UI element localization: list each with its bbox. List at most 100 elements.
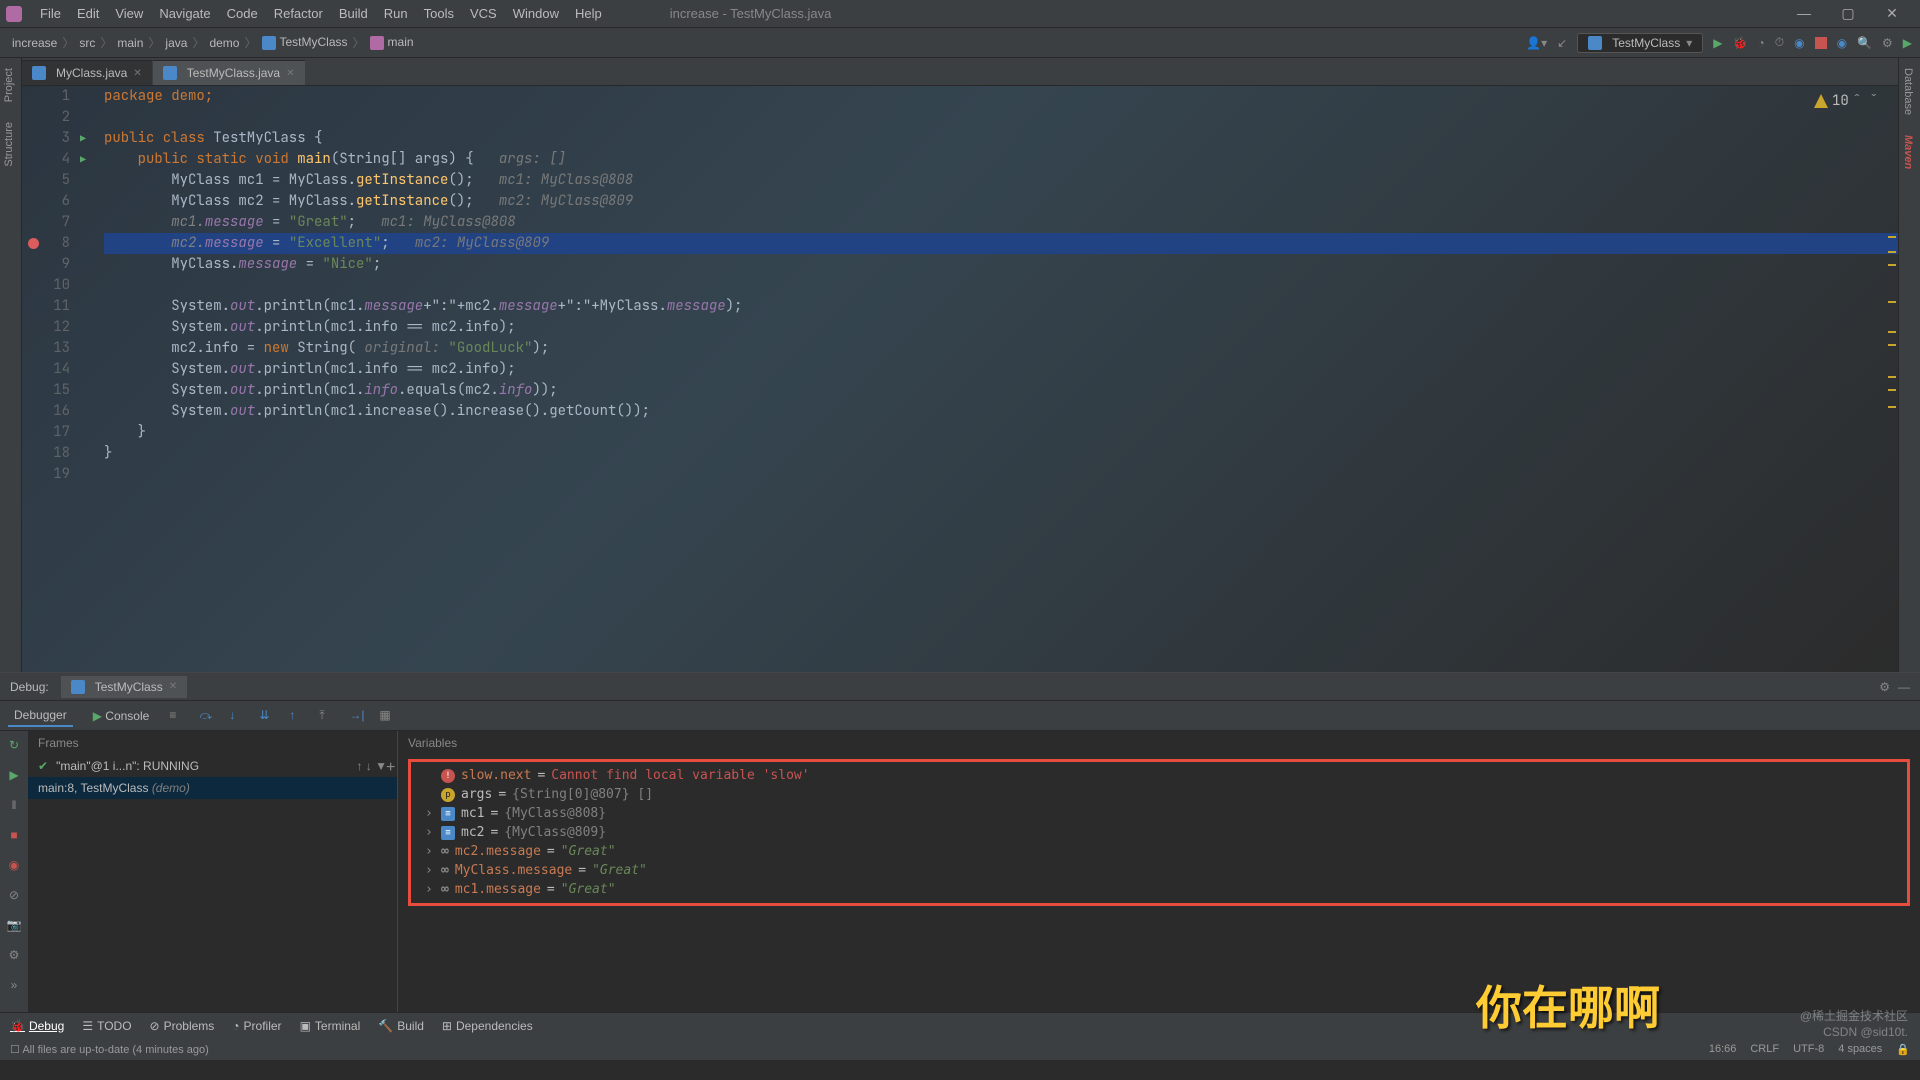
error-stripe[interactable] xyxy=(1886,116,1898,676)
crumb-demo[interactable]: demo xyxy=(205,36,243,50)
line-separator[interactable]: CRLF xyxy=(1750,1043,1779,1056)
inspection-widget[interactable]: 10ˆ ˇ xyxy=(1814,92,1878,110)
resume-icon[interactable]: ▶ xyxy=(6,767,22,783)
var-row[interactable]: ›∞mc1.message = "Great" xyxy=(411,880,1907,899)
view-breakpoints-icon[interactable]: ◉ xyxy=(6,857,22,873)
menu-tools[interactable]: Tools xyxy=(416,6,462,21)
breakpoint-icon[interactable] xyxy=(28,238,39,249)
rerun-icon[interactable]: ↻ xyxy=(6,737,22,753)
drop-frame-icon[interactable]: ⤒ xyxy=(319,708,335,724)
menu-view[interactable]: View xyxy=(107,6,151,21)
run-gutter-icon[interactable]: ▶ xyxy=(80,149,86,170)
close-tab-icon[interactable]: ✕ xyxy=(169,681,177,692)
crumb-project[interactable]: increase xyxy=(8,36,61,50)
crumb-class[interactable]: TestMyClass xyxy=(258,35,352,50)
settings-icon[interactable]: ⚙ xyxy=(1882,36,1893,50)
stop-button[interactable] xyxy=(1815,37,1827,49)
crumb-java[interactable]: java xyxy=(161,36,191,50)
stack-frame[interactable]: main:8, TestMyClass (demo) xyxy=(28,777,397,799)
todo-tool-window[interactable]: ☰ TODO xyxy=(82,1019,131,1033)
expand-icon[interactable]: › xyxy=(425,825,435,840)
close-icon[interactable]: ✕ xyxy=(1870,5,1914,22)
threads-icon[interactable]: ≡ xyxy=(169,708,185,724)
add-watch-icon[interactable]: + xyxy=(386,759,395,777)
structure-tool-tab[interactable]: Structure xyxy=(0,112,18,177)
search-everywhere-icon[interactable]: 🔍 xyxy=(1857,36,1872,50)
expand-icon[interactable]: › xyxy=(425,806,435,821)
console-subtab[interactable]: ▶ Console xyxy=(87,706,156,726)
var-row[interactable]: ›∞mc2.message = "Great" xyxy=(411,842,1907,861)
var-row[interactable]: pargs = {String[0]@807} [] xyxy=(411,785,1907,804)
step-over-icon[interactable]: ⤼ xyxy=(199,708,215,724)
run-button[interactable]: ▶ xyxy=(1713,36,1722,50)
coverage-button[interactable]: ◔ xyxy=(1757,36,1764,50)
force-step-into-icon[interactable]: ⇊ xyxy=(259,708,275,724)
more-icon[interactable]: » xyxy=(6,977,22,993)
menu-build[interactable]: Build xyxy=(331,6,376,21)
debug-tool-window[interactable]: 🐞 Debug xyxy=(10,1019,64,1033)
crumb-method[interactable]: main xyxy=(366,35,418,50)
crumb-main[interactable]: main xyxy=(113,36,147,50)
debug-button[interactable]: 🐞 xyxy=(1733,36,1748,50)
menu-help[interactable]: Help xyxy=(567,6,610,21)
code-editor[interactable]: 10ˆ ˇ 12 3▶ 4▶ 567 8 9101112131415161718… xyxy=(22,86,1920,672)
maximize-icon[interactable]: ▢ xyxy=(1826,5,1870,22)
var-row[interactable]: ›≡mc2 = {MyClass@809} xyxy=(411,823,1907,842)
expand-icon[interactable]: › xyxy=(425,863,435,878)
back-icon[interactable]: ↙ xyxy=(1557,36,1567,50)
var-row[interactable]: ›≡mc1 = {MyClass@808} xyxy=(411,804,1907,823)
tab-testmyclass[interactable]: TestMyClass.java✕ xyxy=(153,60,305,85)
expand-icon[interactable]: › xyxy=(425,844,435,859)
menu-navigate[interactable]: Navigate xyxy=(151,6,218,21)
add-config-icon[interactable]: 👤▾ xyxy=(1526,36,1547,50)
menu-vcs[interactable]: VCS xyxy=(462,6,505,21)
debug-session-tab[interactable]: TestMyClass✕ xyxy=(61,676,187,698)
menu-run[interactable]: Run xyxy=(376,6,416,21)
caret-position[interactable]: 16:66 xyxy=(1709,1043,1737,1056)
project-tool-tab[interactable]: Project xyxy=(0,58,18,112)
pause-icon[interactable]: ‖ xyxy=(6,797,22,813)
close-tab-icon[interactable]: ✕ xyxy=(286,68,294,79)
build-tool-window[interactable]: 🔨 Build xyxy=(378,1019,424,1033)
terminal-tool-window[interactable]: ▣ Terminal xyxy=(300,1019,361,1033)
problems-tool-window[interactable]: ⊘ Problems xyxy=(150,1019,215,1033)
tab-myclass[interactable]: MyClass.java✕ xyxy=(22,60,152,85)
hide-panel-icon[interactable]: — xyxy=(1898,680,1910,694)
thread-selector[interactable]: ✔ "main"@1 i...n": RUNNING ↑ ↓ ▼ xyxy=(28,755,397,777)
indent-info[interactable]: 4 spaces xyxy=(1838,1043,1882,1056)
profile-button[interactable]: ⏱ xyxy=(1775,35,1784,50)
database-tool-tab[interactable]: Database xyxy=(1899,58,1917,125)
crumb-src[interactable]: src xyxy=(75,36,99,50)
mute-breakpoints-icon[interactable]: ⊘ xyxy=(6,887,22,903)
menu-edit[interactable]: Edit xyxy=(69,6,107,21)
profiler-tool-window[interactable]: ◔ Profiler xyxy=(232,1019,281,1033)
lock-icon[interactable]: 🔒 xyxy=(1896,1043,1910,1056)
run-to-cursor-icon[interactable]: →| xyxy=(349,708,365,724)
maven-tool-tab[interactable]: Maven xyxy=(1899,125,1917,179)
step-out-icon[interactable]: ↑ xyxy=(289,708,305,724)
menu-refactor[interactable]: Refactor xyxy=(266,6,331,21)
menu-file[interactable]: File xyxy=(32,6,69,21)
debugger-subtab[interactable]: Debugger xyxy=(8,705,73,727)
step-into-icon[interactable]: ↓ xyxy=(229,708,245,724)
update-button[interactable]: ◉ xyxy=(1837,36,1847,50)
gutter[interactable]: 12 3▶ 4▶ 567 8 910111213141516171819 xyxy=(22,86,82,672)
close-tab-icon[interactable]: ✕ xyxy=(133,68,141,79)
settings-icon[interactable]: ⚙ xyxy=(6,947,22,963)
notifications-icon[interactable]: ▶ xyxy=(1903,36,1912,50)
debug-settings-icon[interactable]: ⚙ xyxy=(1879,680,1890,694)
get-thread-dump-icon[interactable]: 📷 xyxy=(6,917,22,933)
dependencies-tool-window[interactable]: ⊞ Dependencies xyxy=(442,1019,533,1033)
file-encoding[interactable]: UTF-8 xyxy=(1793,1043,1824,1056)
minimize-icon[interactable]: — xyxy=(1782,5,1826,22)
run-config-dropdown[interactable]: TestMyClass▾ xyxy=(1577,33,1703,53)
expand-icon[interactable]: › xyxy=(425,882,435,897)
evaluate-icon[interactable]: ▦ xyxy=(379,708,395,724)
var-row[interactable]: ›∞MyClass.message = "Great" xyxy=(411,861,1907,880)
menu-code[interactable]: Code xyxy=(219,6,266,21)
stop-icon[interactable]: ■ xyxy=(6,827,22,843)
attach-button[interactable]: ◉ xyxy=(1794,36,1804,50)
run-gutter-icon[interactable]: ▶ xyxy=(80,128,86,149)
var-row[interactable]: !slow.next = Cannot find local variable … xyxy=(411,766,1907,785)
menu-window[interactable]: Window xyxy=(505,6,567,21)
